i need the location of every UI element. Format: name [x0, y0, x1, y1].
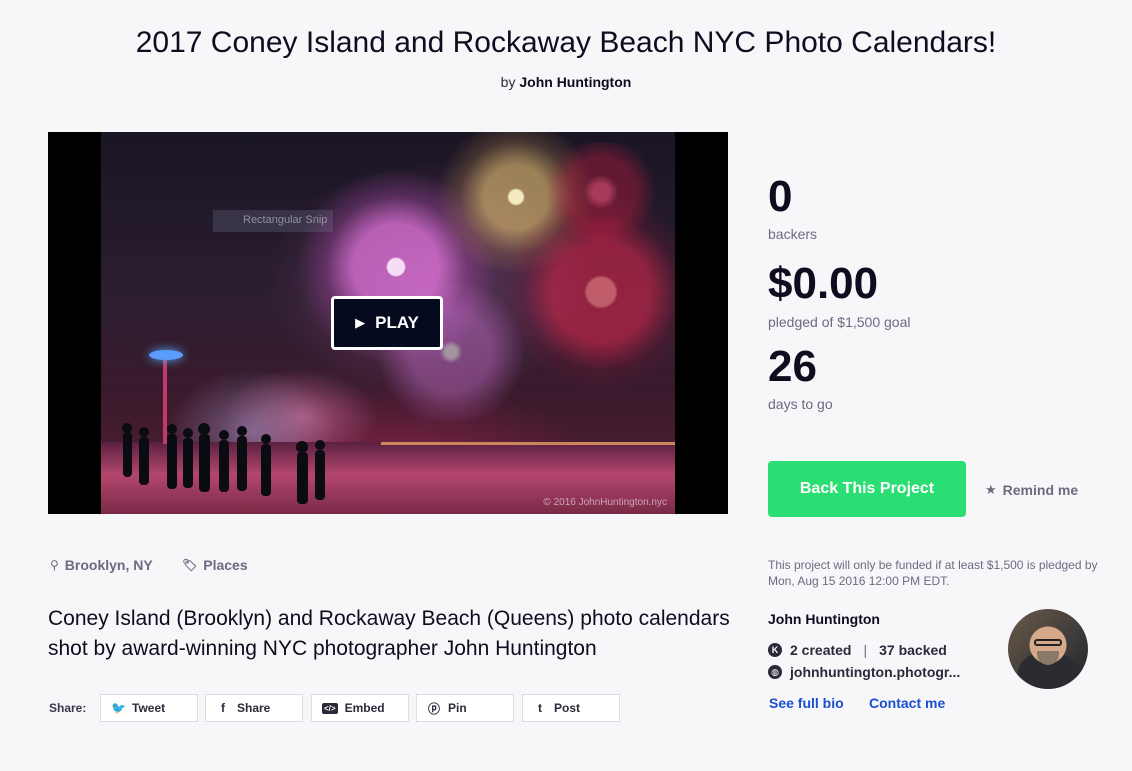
location-label: Brooklyn, NY	[64, 557, 153, 573]
pin-label: Pin	[448, 701, 467, 715]
pledged-amount: $0.00	[768, 259, 879, 308]
category-label: Places	[203, 557, 248, 573]
project-blurb: Coney Island (Brooklyn) and Rockaway Bea…	[48, 607, 730, 660]
byline: by John Huntington	[0, 74, 1132, 90]
pinterest-icon: ⓟ	[427, 701, 440, 716]
creator-stats: K 2 created | 37 backed	[768, 642, 947, 658]
share-button-label: Share	[237, 701, 271, 715]
photo-copyright: © 2016 JohnHuntington.nyc	[543, 497, 667, 508]
see-full-bio-link[interactable]: See full bio	[769, 695, 844, 711]
play-button[interactable]: ▶ PLAY	[331, 296, 443, 350]
location-pin-icon: ⚲	[50, 558, 59, 572]
days-label: days to go	[768, 396, 833, 412]
twitter-icon: 🐦	[111, 701, 126, 715]
tweet-label: Tweet	[132, 701, 166, 715]
remind-me-label: Remind me	[1002, 482, 1079, 498]
days-remaining: 26	[768, 342, 817, 391]
funding-deadline-note: This project will only be funded if at l…	[768, 558, 1098, 588]
remind-me-button[interactable]: ★ Remind me	[985, 482, 1078, 498]
pinterest-button[interactable]: ⓟ Pin	[416, 694, 514, 722]
pledged-label: pledged of $1,500 goal	[768, 314, 911, 330]
category-link[interactable]: 🏷 Places	[182, 557, 248, 573]
embed-icon: </>	[322, 702, 338, 714]
byline-prefix: by	[500, 74, 516, 90]
avatar-glasses	[1034, 639, 1062, 646]
facebook-icon: f	[221, 701, 225, 715]
avatar-beard	[1037, 651, 1059, 665]
separator: |	[863, 642, 868, 658]
created-count[interactable]: 2 created	[790, 642, 851, 658]
website-link[interactable]: johnhuntington.photogr...	[790, 664, 960, 680]
tweet-button[interactable]: 🐦 Tweet	[100, 694, 198, 722]
facebook-share-button[interactable]: f Share	[205, 694, 303, 722]
snip-overlay-label: Rectangular Snip	[213, 210, 333, 232]
globe-icon: ◍	[768, 665, 782, 679]
back-project-button[interactable]: Back This Project	[768, 461, 966, 517]
creator-website[interactable]: ◍ johnhuntington.photogr...	[768, 664, 960, 680]
backers-label: backers	[768, 226, 818, 242]
embed-label: Embed	[344, 701, 385, 715]
creator-name[interactable]: John Huntington	[768, 611, 880, 627]
contact-me-link[interactable]: Contact me	[869, 695, 945, 711]
play-label: PLAY	[375, 313, 419, 332]
backers-count: 0	[768, 172, 793, 221]
embed-button[interactable]: </> Embed	[311, 694, 409, 722]
location-link[interactable]: ⚲ Brooklyn, NY	[50, 557, 153, 573]
tag-icon: 🏷	[182, 558, 198, 572]
tumblr-button[interactable]: t Post	[522, 694, 620, 722]
project-title: 2017 Coney Island and Rockaway Beach NYC…	[135, 26, 997, 59]
tumblr-icon: t	[538, 701, 542, 715]
post-label: Post	[554, 701, 581, 715]
star-icon: ★	[985, 482, 997, 497]
kickstarter-icon: K	[768, 643, 782, 657]
creator-link[interactable]: John Huntington	[519, 74, 631, 90]
share-label: Share:	[49, 701, 87, 715]
play-icon: ▶	[355, 315, 366, 330]
creator-avatar[interactable]	[1008, 609, 1088, 689]
backed-count[interactable]: 37 backed	[879, 642, 947, 658]
